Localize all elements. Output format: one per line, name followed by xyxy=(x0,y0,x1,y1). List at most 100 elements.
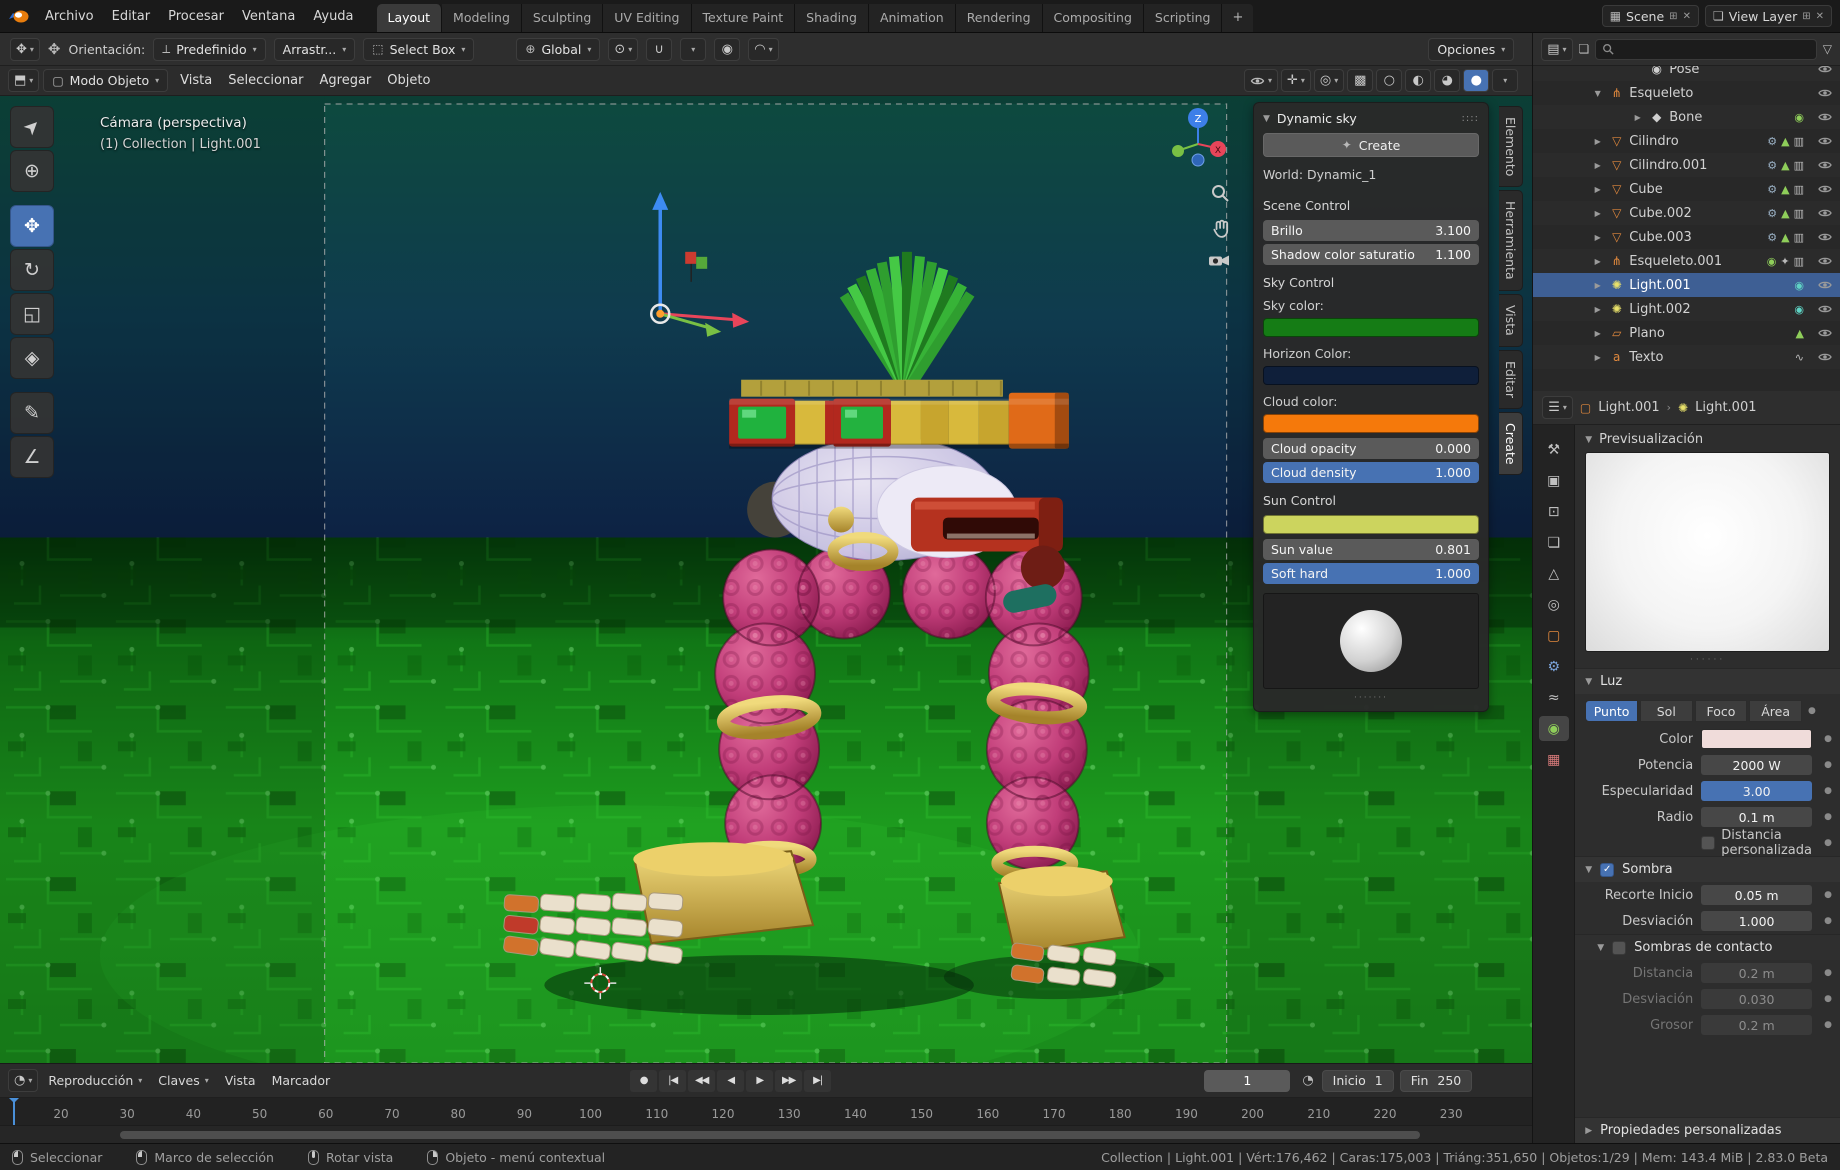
custom-properties-header[interactable]: ▶ Propiedades personalizadas xyxy=(1575,1117,1840,1143)
outliner-item-pose[interactable]: ◉Pose xyxy=(1533,66,1840,81)
panel-grip-icon[interactable]: :::: xyxy=(1462,113,1479,124)
workspace-tab-scripting[interactable]: Scripting xyxy=(1144,4,1223,32)
menu-editar[interactable]: Editar xyxy=(103,5,160,28)
select-mode-dropdown[interactable]: ⬚Select Box▾ xyxy=(363,38,474,61)
rotate-tool[interactable]: ↻ xyxy=(10,249,54,291)
disclosure-icon[interactable]: ▶ xyxy=(1591,185,1604,194)
gizmos-dropdown[interactable]: ✛▾ xyxy=(1281,69,1311,92)
sky-slider-shadow-color-saturatio[interactable]: Shadow color saturatio1.100 xyxy=(1263,244,1479,265)
shadow-checkbox[interactable]: ✓ xyxy=(1600,863,1614,877)
shading-material-button[interactable]: ◕ xyxy=(1434,69,1460,92)
keyframe-dot-icon[interactable]: ● xyxy=(1804,706,1820,716)
workspace-tab-compositing[interactable]: Compositing xyxy=(1043,4,1144,32)
sky-color-swatch[interactable] xyxy=(1263,414,1479,433)
workspace-tab-sculpting[interactable]: Sculpting xyxy=(522,4,603,32)
value-field-desviaci-n[interactable]: 1.000 xyxy=(1701,911,1812,931)
outliner-item-light-001[interactable]: ▶✺Light.001◉ xyxy=(1533,273,1840,297)
properties-tab-object[interactable]: ▢ xyxy=(1539,623,1569,648)
disclosure-icon[interactable]: ▶ xyxy=(1591,281,1604,290)
sky-slider-cloud-density[interactable]: Cloud density1.000 xyxy=(1263,462,1479,483)
shading-rendered-button[interactable]: ● xyxy=(1463,69,1489,92)
filter-icon[interactable]: ▽ xyxy=(1823,42,1832,56)
display-mode-icon[interactable]: ❏ xyxy=(1579,42,1590,56)
timeline-menu-claves[interactable]: Claves▾ xyxy=(150,1070,216,1091)
visibility-toggle[interactable] xyxy=(1818,328,1832,338)
new-view-layer-icon[interactable]: ⊞ xyxy=(1802,11,1810,22)
value-field-radio[interactable]: 0.1 m xyxy=(1701,807,1812,827)
sidebar-tab-herramienta[interactable]: Herramienta xyxy=(1499,190,1523,291)
sky-color-swatch[interactable] xyxy=(1263,515,1479,534)
properties-tab-tool[interactable]: ⚒ xyxy=(1539,437,1569,462)
panel-resize-grip[interactable]: ······ xyxy=(1575,652,1840,668)
properties-tab-modifier[interactable]: ⚙ xyxy=(1539,654,1569,679)
disclosure-icon[interactable]: ▶ xyxy=(1591,305,1604,314)
disclosure-icon[interactable]: ▶ xyxy=(1591,209,1604,218)
remove-view-layer-icon[interactable]: ✕ xyxy=(1816,11,1824,22)
timeline-menu-reproducci-n[interactable]: Reproducción▾ xyxy=(40,1070,150,1091)
play-button[interactable]: ▶ xyxy=(746,1070,773,1092)
proportional-edit-button[interactable]: ◉ xyxy=(714,38,740,61)
scale-tool[interactable]: ◱ xyxy=(10,293,54,335)
workspace-tab-texture-paint[interactable]: Texture Paint xyxy=(692,4,796,32)
menu-ventana[interactable]: Ventana xyxy=(233,5,304,28)
value-field-distancia[interactable]: 0.2 m xyxy=(1701,963,1812,983)
disclosure-icon[interactable]: ▶ xyxy=(1591,353,1604,362)
outliner-item-cube-002[interactable]: ▶▽Cube.002⚙▲▥ xyxy=(1533,201,1840,225)
keyframe-dot-icon[interactable]: ● xyxy=(1820,1020,1836,1030)
properties-tab-viewlayer[interactable]: ❏ xyxy=(1539,530,1569,555)
visibility-toggle[interactable] xyxy=(1818,88,1832,98)
sidebar-tab-create[interactable]: Create xyxy=(1499,412,1523,476)
disclosure-icon[interactable]: ▶ xyxy=(1591,329,1604,338)
workspace-tab-modeling[interactable]: Modeling xyxy=(442,4,522,32)
tool-settings-editor-icon[interactable]: ✥▾ xyxy=(10,38,40,61)
sky-color-swatch[interactable] xyxy=(1263,366,1479,385)
properties-tab-texture[interactable]: ▦ xyxy=(1539,747,1569,772)
snap-settings-button[interactable]: ▾ xyxy=(680,38,706,61)
keyframe-dot-icon[interactable]: ● xyxy=(1820,916,1836,926)
jump-start-button[interactable]: |◀ xyxy=(659,1070,686,1092)
color-swatch-color[interactable] xyxy=(1701,729,1812,749)
properties-tab-physics[interactable]: ≈ xyxy=(1539,685,1569,710)
keyframe-dot-icon[interactable]: ● xyxy=(1820,994,1836,1004)
mode-dropdown[interactable]: ▢Modo Objeto▾ xyxy=(43,69,168,92)
properties-editor-type-button[interactable]: ☰▾ xyxy=(1542,396,1573,419)
outliner-item-cilindro-001[interactable]: ▶▽Cilindro.001⚙▲▥ xyxy=(1533,153,1840,177)
viewport-menu-objeto[interactable]: Objeto xyxy=(379,70,438,91)
visibility-toggle[interactable] xyxy=(1818,352,1832,362)
add-workspace-button[interactable]: + xyxy=(1222,4,1253,32)
record-button[interactable]: ● xyxy=(630,1070,657,1092)
next-keyframe-button[interactable]: ▶▶ xyxy=(775,1070,802,1092)
keyframe-dot-icon[interactable]: ● xyxy=(1820,968,1836,978)
frame-start-field[interactable]: Inicio 1 xyxy=(1322,1070,1394,1092)
cursor-tool[interactable]: ⊕ xyxy=(10,150,54,192)
timeline-scrollbar-thumb[interactable] xyxy=(120,1131,1420,1139)
workspace-tab-rendering[interactable]: Rendering xyxy=(956,4,1043,32)
create-sky-button[interactable]: ✦ Create xyxy=(1263,133,1479,157)
menu-procesar[interactable]: Procesar xyxy=(159,5,233,28)
measure-tool[interactable]: ∠ xyxy=(10,436,54,478)
falloff-button[interactable]: ◠▾ xyxy=(748,38,778,61)
visibility-toggle[interactable] xyxy=(1818,112,1832,122)
pivot-dropdown[interactable]: ⊕Global▾ xyxy=(516,38,600,61)
disclosure-icon[interactable]: ▶ xyxy=(1631,113,1644,122)
sky-color-swatch[interactable] xyxy=(1263,318,1479,337)
timeline-scrollbar[interactable] xyxy=(0,1125,1532,1143)
menu-archivo[interactable]: Archivo xyxy=(36,5,103,28)
keyframe-dot-icon[interactable]: ● xyxy=(1820,812,1836,822)
outliner-item-light-002[interactable]: ▶✺Light.002◉ xyxy=(1533,297,1840,321)
preview-panel-header[interactable]: ▼ Previsualización xyxy=(1575,425,1840,452)
properties-tab-output[interactable]: ⊡ xyxy=(1539,499,1569,524)
select-box-tool[interactable]: ➤ xyxy=(10,106,54,148)
playhead[interactable] xyxy=(13,1098,15,1125)
outliner-item-cube[interactable]: ▶▽Cube⚙▲▥ xyxy=(1533,177,1840,201)
contact-shadows-checkbox[interactable] xyxy=(1612,941,1626,955)
new-scene-icon[interactable]: ⊞ xyxy=(1669,11,1677,22)
outliner-item-texto[interactable]: ▶aTexto∿ xyxy=(1533,345,1840,369)
viewport-menu-seleccionar[interactable]: Seleccionar xyxy=(220,70,311,91)
editor-type-button[interactable]: ⬒▾ xyxy=(8,69,39,92)
timeline-ruler[interactable]: 2030405060708090100110120130140150160170… xyxy=(0,1098,1532,1125)
menu-ayuda[interactable]: Ayuda xyxy=(304,5,362,28)
keyframe-dot-icon[interactable]: ● xyxy=(1820,734,1836,744)
use-preview-range-icon[interactable]: ◔ xyxy=(1302,1073,1313,1088)
visibility-toggle[interactable] xyxy=(1818,208,1832,218)
